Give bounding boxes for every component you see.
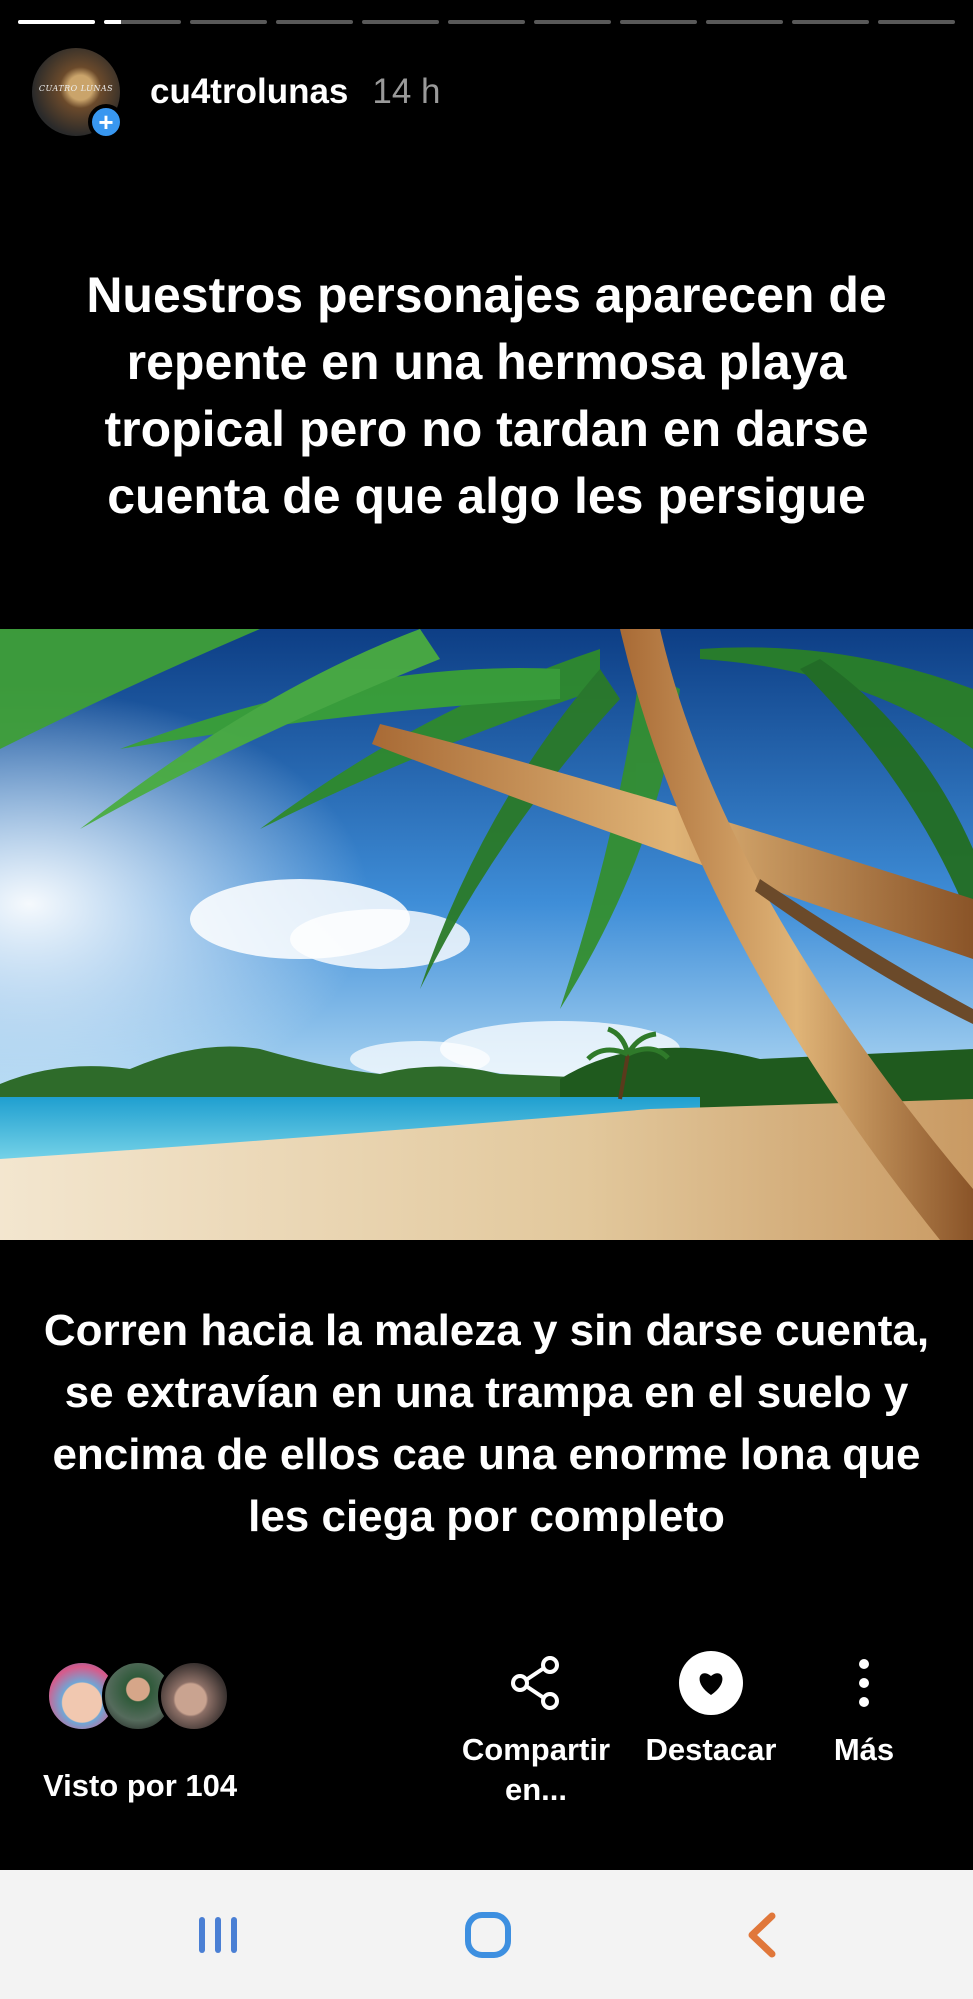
seen-by-count[interactable]: Visto por 104 xyxy=(43,1768,237,1804)
viewer-avatar xyxy=(158,1660,230,1732)
share-label: Compartir en... xyxy=(461,1732,611,1807)
story-caption-top: Nuestros personajes aparecen de repente … xyxy=(86,267,887,524)
add-story-icon[interactable]: + xyxy=(88,104,124,140)
progress-segment xyxy=(104,20,181,24)
story-progress-bar xyxy=(18,20,955,25)
progress-segment xyxy=(620,20,697,24)
recent-apps-button[interactable] xyxy=(158,1870,278,1999)
progress-segment xyxy=(878,20,955,24)
home-button[interactable] xyxy=(428,1870,548,1999)
more-label: Más xyxy=(833,1732,895,1767)
highlight-icon xyxy=(676,1648,746,1718)
progress-segment xyxy=(792,20,869,24)
share-button[interactable]: Compartir en... xyxy=(460,1648,612,1810)
story-caption-bottom: Corren hacia la maleza y sin darse cuent… xyxy=(43,1306,930,1541)
back-button[interactable] xyxy=(702,1870,822,1999)
tropical-beach-photo xyxy=(0,629,973,1240)
home-icon xyxy=(465,1911,511,1958)
viewer-avatars[interactable] xyxy=(46,1660,230,1732)
post-time: 14 h xyxy=(372,72,441,111)
username[interactable]: cu4trolunas xyxy=(150,72,348,112)
progress-segment xyxy=(362,20,439,24)
progress-segment xyxy=(706,20,783,24)
more-options-icon xyxy=(829,1648,899,1718)
profile-avatar[interactable]: CUATRO LUNAS + xyxy=(32,48,124,140)
share-icon xyxy=(501,1648,571,1718)
progress-segment xyxy=(190,20,267,24)
back-icon xyxy=(748,1912,776,1957)
system-navigation-bar xyxy=(0,1870,973,1999)
progress-segment xyxy=(276,20,353,24)
progress-segment xyxy=(18,20,95,24)
story-header: CUATRO LUNAS + cu4trolunas 14 h xyxy=(32,48,441,140)
highlight-button[interactable]: Destacar xyxy=(640,1648,782,1770)
highlight-label: Destacar xyxy=(645,1732,777,1767)
more-button[interactable]: Más xyxy=(818,1648,910,1770)
recent-apps-icon xyxy=(199,1916,237,1953)
progress-segment xyxy=(534,20,611,24)
progress-segment xyxy=(448,20,525,24)
avatar-logo-text: CUATRO LUNAS xyxy=(38,84,114,93)
